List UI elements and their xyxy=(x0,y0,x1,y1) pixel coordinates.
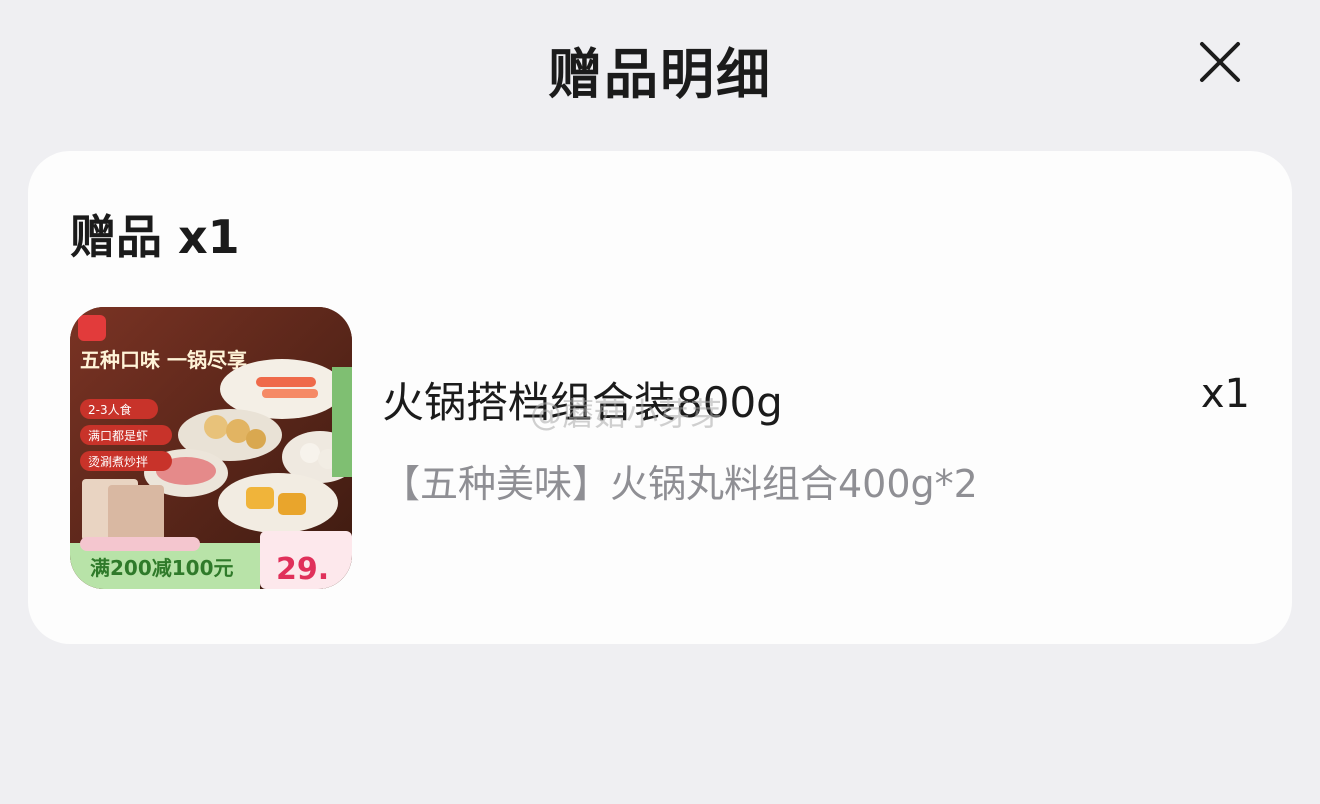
image-tag: 2-3人食 xyxy=(88,402,132,417)
gift-section-label: 赠品 xyxy=(70,210,162,264)
gift-section-title: 赠品 x1 xyxy=(70,201,240,267)
image-headline: 五种口味 一锅尽享 xyxy=(80,348,247,372)
promo-text: 满200减100元 xyxy=(90,556,234,580)
close-icon xyxy=(1200,42,1240,82)
image-tag: 烫涮煮炒拌 xyxy=(88,454,148,469)
gift-detail-sheet: 赠品明细 赠品 x1 五种口味 一锅尽享 2-3人食 满口都是虾 烫涮煮炒拌 满… xyxy=(0,0,1320,804)
gift-section-count: x1 xyxy=(178,210,240,264)
image-tag: 满口都是虾 xyxy=(88,429,148,443)
gift-product-image[interactable]: 五种口味 一锅尽享 2-3人食 满口都是虾 烫涮煮炒拌 满200减100元 29… xyxy=(70,307,352,589)
gift-name: 火锅搭档组合装800g xyxy=(382,378,783,427)
gift-spec: 【五种美味】火锅丸料组合400g*2 xyxy=(382,462,978,506)
gift-quantity: x1 xyxy=(1200,371,1250,417)
price-text: 29. xyxy=(276,552,329,587)
sheet-title: 赠品明细 xyxy=(548,43,772,106)
close-button[interactable] xyxy=(1196,38,1244,86)
product-photo: 五种口味 一锅尽享 2-3人食 满口都是虾 烫涮煮炒拌 满200减100元 29… xyxy=(70,307,352,589)
brand-logo xyxy=(78,315,106,341)
gift-card: 赠品 x1 五种口味 一锅尽享 2-3人食 满口都是虾 烫涮煮炒拌 满200减1… xyxy=(28,151,1292,644)
